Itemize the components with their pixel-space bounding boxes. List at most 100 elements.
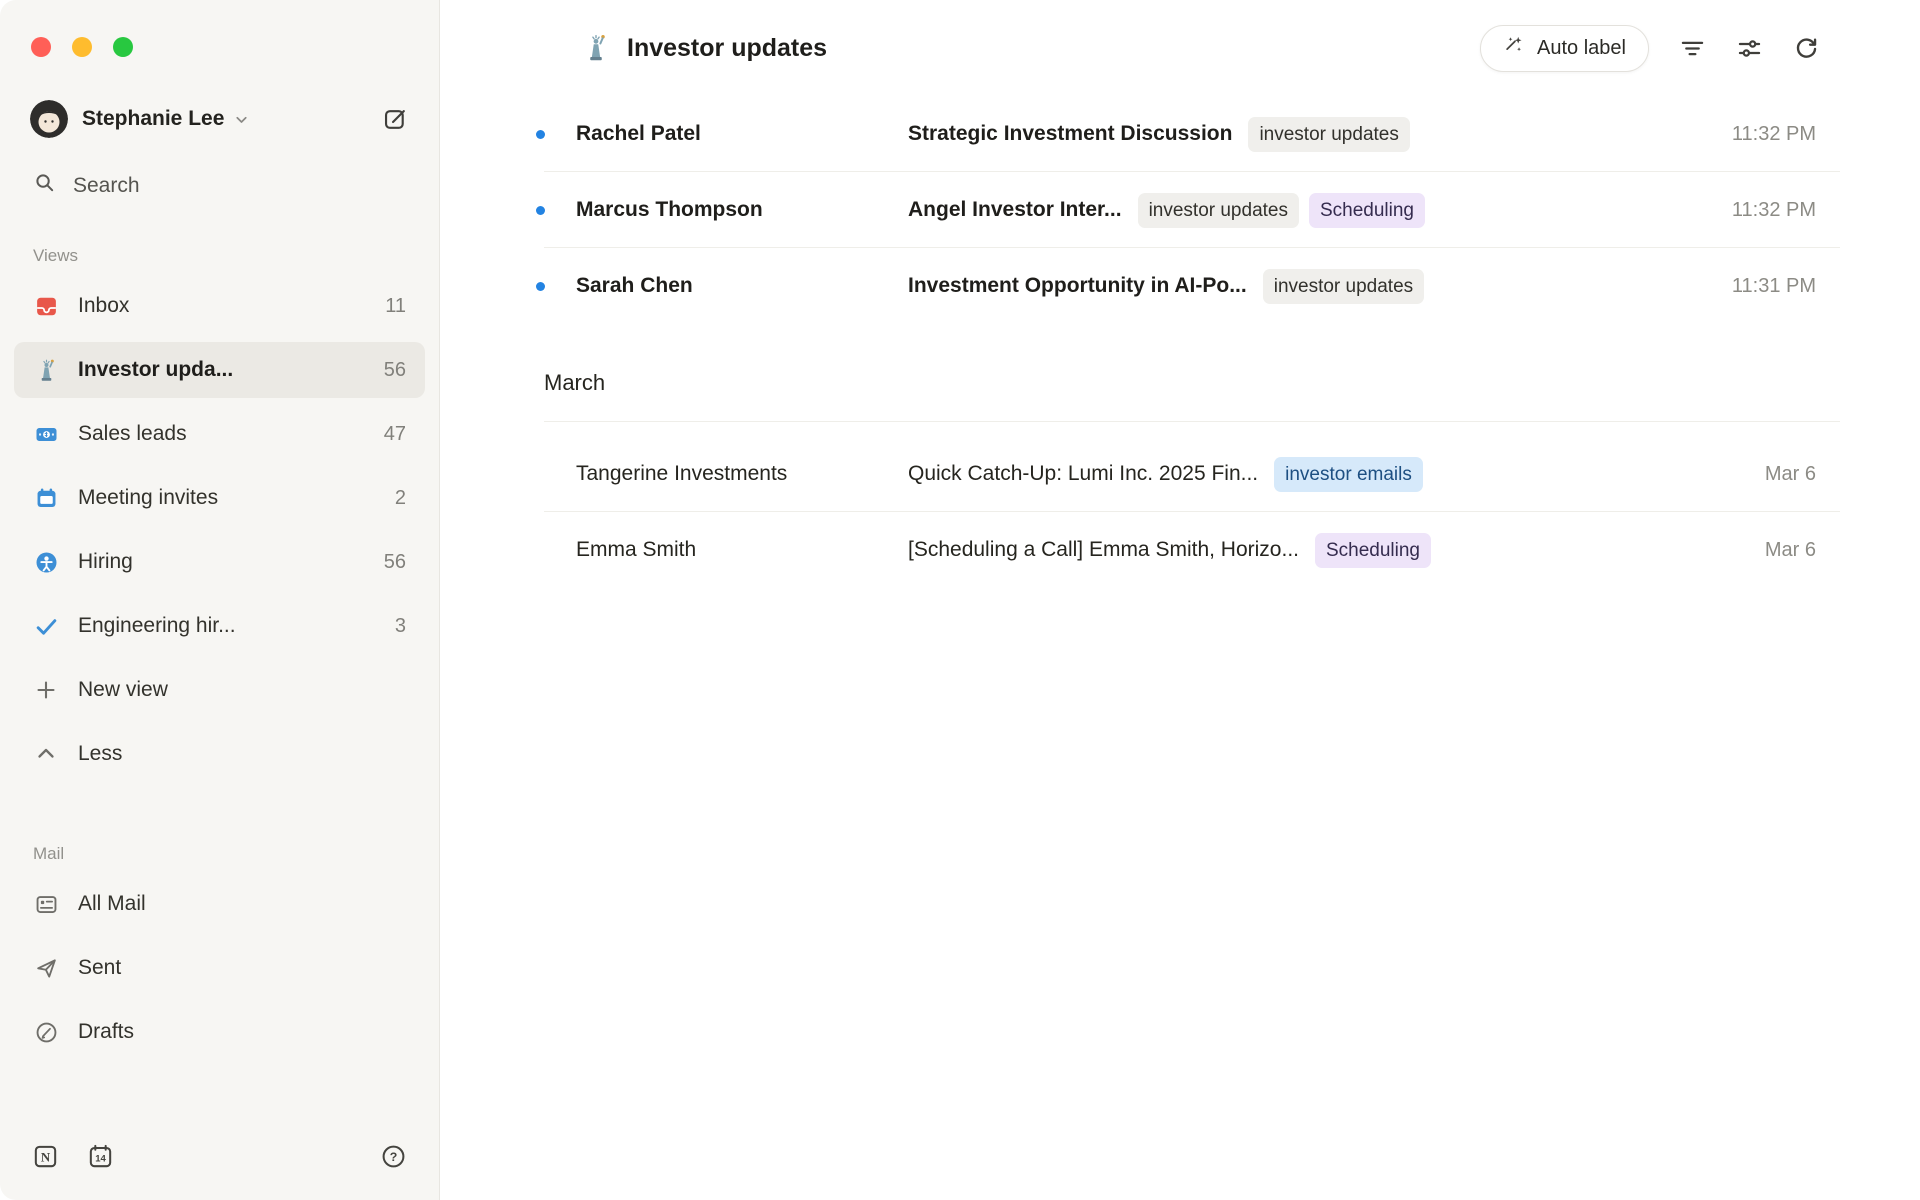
minimize-window-button[interactable] xyxy=(72,37,92,57)
calendar-icon xyxy=(33,485,59,511)
refresh-icon[interactable] xyxy=(1793,35,1820,62)
sidebar-item-label: Hiring xyxy=(78,550,133,574)
email-time: 11:32 PM xyxy=(1712,199,1816,222)
email-list: Rachel Patel Strategic Investment Discus… xyxy=(440,96,1920,1200)
email-row[interactable]: Emma Smith [Scheduling a Call] Emma Smit… xyxy=(440,512,1920,588)
auto-label-label: Auto label xyxy=(1537,37,1626,60)
calendar-day-glyph: 14 xyxy=(95,1153,106,1164)
sidebar-item-drafts[interactable]: Drafts xyxy=(14,1004,425,1060)
email-time: 11:32 PM xyxy=(1712,123,1816,146)
email-tag[interactable]: Scheduling xyxy=(1309,193,1425,228)
filter-icon[interactable] xyxy=(1679,35,1706,62)
help-glyph: ? xyxy=(390,1150,398,1164)
email-tag[interactable]: investor updates xyxy=(1263,269,1424,304)
chevron-down-icon[interactable] xyxy=(233,111,250,128)
notion-n-glyph: N xyxy=(41,1149,51,1164)
notion-logo-icon[interactable]: N xyxy=(32,1143,59,1170)
new-view-button[interactable]: New view xyxy=(14,662,425,718)
sidebar-item-engineering-hiring[interactable]: Engineering hir... 3 xyxy=(14,598,425,654)
email-subject: Quick Catch-Up: Lumi Inc. 2025 Fin... xyxy=(908,462,1258,486)
email-row[interactable]: Sarah Chen Investment Opportunity in AI-… xyxy=(440,248,1920,324)
sidebar-item-count: 11 xyxy=(385,295,406,318)
sidebar-item-label: Sent xyxy=(78,956,121,980)
calendar-app-icon[interactable]: 14 xyxy=(87,1143,114,1170)
less-button[interactable]: Less xyxy=(14,726,425,782)
checkmark-icon xyxy=(33,613,59,639)
email-sender: Emma Smith xyxy=(576,538,908,562)
new-view-label: New view xyxy=(78,678,168,702)
email-sender: Sarah Chen xyxy=(576,274,908,298)
user-name: Stephanie Lee xyxy=(82,107,224,131)
sidebar-item-label: Investor upda... xyxy=(78,358,233,382)
statue-icon xyxy=(581,33,611,63)
sidebar-item-count: 2 xyxy=(395,487,406,510)
search-icon xyxy=(33,171,56,200)
paper-plane-icon xyxy=(33,955,59,981)
auto-label-button[interactable]: Auto label xyxy=(1480,25,1649,72)
email-row[interactable]: Rachel Patel Strategic Investment Discus… xyxy=(440,96,1920,172)
all-mail-icon xyxy=(33,891,59,917)
sidebar: Stephanie Lee Search Views xyxy=(0,0,440,1200)
unread-dot xyxy=(536,206,576,215)
drafts-icon xyxy=(33,1019,59,1045)
sidebar-item-label: Engineering hir... xyxy=(78,614,236,638)
less-label: Less xyxy=(78,742,122,766)
sidebar-item-all-mail[interactable]: All Mail xyxy=(14,876,425,932)
help-icon[interactable]: ? xyxy=(380,1143,407,1170)
mail-section-label: Mail xyxy=(33,844,439,864)
sidebar-item-investor-updates[interactable]: Investor upda... 56 xyxy=(14,342,425,398)
email-time: 11:31 PM xyxy=(1712,275,1816,298)
plus-icon xyxy=(33,677,59,703)
sidebar-item-sales-leads[interactable]: Sales leads 47 xyxy=(14,406,425,462)
email-tag[interactable]: investor updates xyxy=(1138,193,1299,228)
email-subject: Angel Investor Inter... xyxy=(908,198,1122,222)
close-window-button[interactable] xyxy=(31,37,51,57)
month-group-header: March xyxy=(440,324,1920,422)
month-group-rows: Tangerine Investments Quick Catch-Up: Lu… xyxy=(440,422,1920,588)
chevron-up-icon xyxy=(33,741,59,767)
search-input[interactable]: Search xyxy=(33,171,409,200)
mail-nav: All Mail Sent Drafts xyxy=(0,876,439,1068)
email-subject: Strategic Investment Discussion xyxy=(908,122,1232,146)
window-controls xyxy=(0,0,439,57)
main-content: Investor updates Auto label xyxy=(440,0,1920,1200)
zoom-window-button[interactable] xyxy=(113,37,133,57)
email-time: Mar 6 xyxy=(1745,539,1816,562)
sidebar-item-meeting-invites[interactable]: Meeting invites 2 xyxy=(14,470,425,526)
email-sender: Rachel Patel xyxy=(576,122,908,146)
display-settings-icon[interactable] xyxy=(1736,35,1763,62)
app-window: Stephanie Lee Search Views xyxy=(0,0,1920,1200)
views-nav: Inbox 11 Investor upda... 56 xyxy=(0,278,439,790)
sidebar-item-count: 3 xyxy=(395,615,406,638)
email-row[interactable]: Marcus Thompson Angel Investor Inter... … xyxy=(440,172,1920,248)
email-time: Mar 6 xyxy=(1745,463,1816,486)
inbox-icon xyxy=(33,293,59,319)
sidebar-item-count: 56 xyxy=(384,359,406,382)
unread-dot xyxy=(536,130,576,139)
sidebar-item-label: Inbox xyxy=(78,294,129,318)
sidebar-item-label: Drafts xyxy=(78,1020,134,1044)
avatar xyxy=(30,100,68,138)
main-header: Investor updates Auto label xyxy=(440,0,1920,96)
sidebar-item-hiring[interactable]: Hiring 56 xyxy=(14,534,425,590)
email-tag[interactable]: Scheduling xyxy=(1315,533,1431,568)
banknote-icon xyxy=(33,421,59,447)
compose-icon[interactable] xyxy=(382,106,409,133)
sidebar-item-label: Sales leads xyxy=(78,422,187,446)
sidebar-item-label: All Mail xyxy=(78,892,146,916)
sidebar-item-count: 47 xyxy=(384,423,406,446)
sidebar-item-label: Meeting invites xyxy=(78,486,218,510)
sidebar-item-sent[interactable]: Sent xyxy=(14,940,425,996)
sidebar-footer: N 14 ? xyxy=(0,1112,439,1200)
unread-dot xyxy=(536,282,576,291)
email-sender: Marcus Thompson xyxy=(576,198,908,222)
email-tag[interactable]: investor updates xyxy=(1248,117,1409,152)
sidebar-item-inbox[interactable]: Inbox 11 xyxy=(14,278,425,334)
person-icon xyxy=(33,549,59,575)
email-tag[interactable]: investor emails xyxy=(1274,457,1423,492)
email-sender: Tangerine Investments xyxy=(576,462,908,486)
account-switcher[interactable]: Stephanie Lee xyxy=(30,95,409,143)
statue-icon xyxy=(33,357,59,383)
email-row[interactable]: Tangerine Investments Quick Catch-Up: Lu… xyxy=(440,436,1920,512)
email-subject: Investment Opportunity in AI-Po... xyxy=(908,274,1247,298)
